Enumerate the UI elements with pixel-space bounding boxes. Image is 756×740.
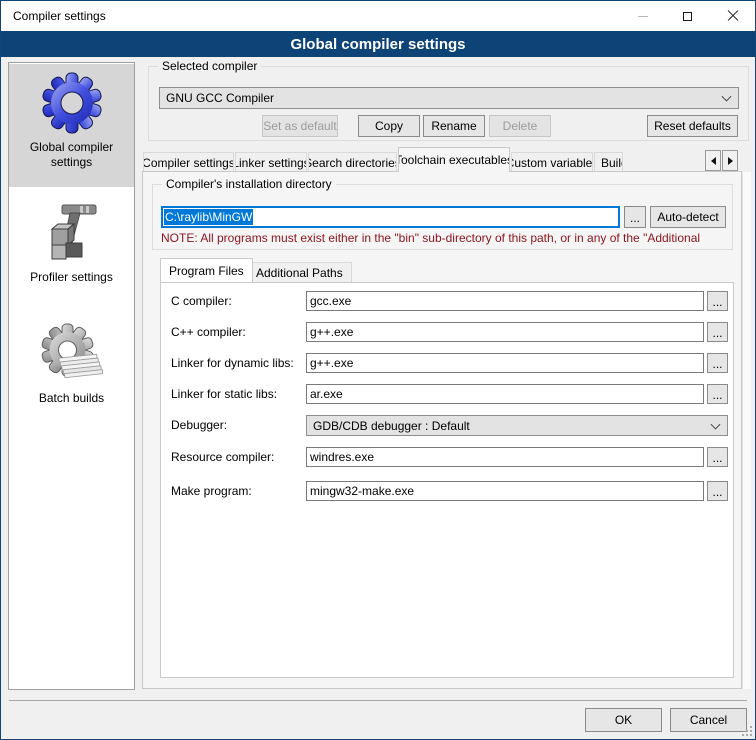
make-program-input[interactable] bbox=[306, 481, 704, 501]
arrow-right-icon bbox=[728, 157, 733, 165]
cpp-compiler-label: C++ compiler: bbox=[171, 322, 246, 342]
toolchain-executables-page: Compiler's installation directory C:\ray… bbox=[142, 171, 742, 689]
browse-directory-button[interactable]: ... bbox=[624, 206, 646, 228]
sidebar-item-label: Global compiler settings bbox=[9, 138, 134, 176]
copy-button[interactable]: Copy bbox=[358, 115, 420, 137]
banner: Global compiler settings bbox=[1, 31, 755, 57]
note-text: NOTE: All programs must exist either in … bbox=[161, 231, 746, 245]
debugger-select-value: GDB/CDB debugger : Default bbox=[313, 419, 470, 433]
tab-custom-variables[interactable]: Custom variables bbox=[511, 152, 593, 172]
footer-separator bbox=[9, 700, 747, 701]
titlebar: Compiler settings bbox=[1, 1, 755, 31]
minimize-button[interactable] bbox=[620, 1, 665, 31]
program-files-page: C compiler: ... C++ compiler: ... Linker… bbox=[160, 282, 734, 678]
sidebar-item-global-compiler-settings[interactable]: Global compiler settings bbox=[9, 64, 134, 187]
tab-scroll-right-button[interactable] bbox=[722, 150, 738, 171]
delete-button[interactable]: Delete bbox=[489, 115, 551, 137]
installation-directory-input[interactable]: C:\raylib\MinGW bbox=[161, 206, 620, 228]
linker-dynamic-label: Linker for dynamic libs: bbox=[171, 353, 294, 373]
linker-dynamic-input[interactable] bbox=[306, 353, 704, 373]
maximize-button[interactable] bbox=[665, 1, 710, 31]
sidebar-item-batch-builds[interactable]: Batch builds bbox=[9, 316, 134, 421]
linker-static-label: Linker for static libs: bbox=[171, 384, 277, 404]
group-legend: Compiler's installation directory bbox=[162, 177, 336, 192]
minimize-icon bbox=[638, 16, 648, 17]
scrollbar-gutter bbox=[742, 172, 751, 689]
settings-category-list: Global compiler settings bbox=[8, 62, 135, 690]
sidebar-item-profiler-settings[interactable]: Profiler settings bbox=[9, 198, 134, 300]
compiler-settings-dialog: Compiler settings Global compiler settin… bbox=[0, 0, 756, 740]
c-compiler-input[interactable] bbox=[306, 291, 704, 311]
resource-compiler-label: Resource compiler: bbox=[171, 447, 274, 467]
rename-button[interactable]: Rename bbox=[423, 115, 485, 137]
chevron-down-icon bbox=[722, 92, 732, 102]
ok-button[interactable]: OK bbox=[585, 708, 662, 732]
page-title: Global compiler settings bbox=[290, 36, 465, 53]
sidebar-item-label: Profiler settings bbox=[9, 268, 134, 291]
c-compiler-browse-button[interactable]: ... bbox=[707, 291, 728, 311]
debugger-select[interactable]: GDB/CDB debugger : Default bbox=[306, 415, 728, 436]
cpp-compiler-input[interactable] bbox=[306, 322, 704, 342]
make-program-label: Make program: bbox=[171, 481, 252, 501]
gray-gear-papers-icon bbox=[9, 322, 134, 389]
make-program-browse-button[interactable]: ... bbox=[707, 481, 728, 501]
selected-compiler-group: Selected compiler GNU GCC Compiler Set a… bbox=[148, 66, 749, 141]
maximize-icon bbox=[683, 12, 692, 21]
linker-static-browse-button[interactable]: ... bbox=[707, 384, 728, 404]
window-title: Compiler settings bbox=[13, 9, 106, 23]
blue-gear-icon bbox=[9, 71, 134, 138]
cancel-button[interactable]: Cancel bbox=[670, 708, 747, 732]
cpp-compiler-browse-button[interactable]: ... bbox=[707, 322, 728, 342]
arrow-left-icon bbox=[711, 157, 716, 165]
tab-compiler-settings[interactable]: Compiler settings bbox=[143, 152, 234, 172]
subtab-program-files[interactable]: Program Files bbox=[160, 258, 253, 282]
compiler-select-value: GNU GCC Compiler bbox=[166, 91, 274, 105]
sidebar-item-label: Batch builds bbox=[9, 389, 134, 412]
close-button[interactable] bbox=[710, 1, 755, 31]
selected-path-text: C:\raylib\MinGW bbox=[164, 209, 253, 225]
linker-static-input[interactable] bbox=[306, 384, 704, 404]
compiler-select[interactable]: GNU GCC Compiler bbox=[159, 87, 739, 109]
tab-build-options[interactable]: Build options bbox=[594, 152, 623, 172]
profiler-caliper-icon bbox=[9, 201, 134, 268]
auto-detect-button[interactable]: Auto-detect bbox=[650, 206, 726, 228]
reset-defaults-button[interactable]: Reset defaults bbox=[647, 115, 738, 137]
resource-compiler-input[interactable] bbox=[306, 447, 704, 467]
installation-directory-group: Compiler's installation directory C:\ray… bbox=[152, 184, 733, 250]
tab-search-directories[interactable]: Search directories bbox=[308, 152, 397, 172]
c-compiler-label: C compiler: bbox=[171, 291, 232, 311]
chevron-down-icon bbox=[711, 419, 721, 429]
tab-scroll-left-button[interactable] bbox=[705, 150, 721, 171]
tab-toolchain-executables[interactable]: Toolchain executables bbox=[398, 147, 510, 172]
group-legend: Selected compiler bbox=[158, 59, 261, 74]
resize-grip-icon[interactable] bbox=[742, 726, 752, 736]
tab-linker-settings[interactable]: Linker settings bbox=[235, 152, 307, 172]
subtab-additional-paths[interactable]: Additional Paths bbox=[247, 262, 352, 282]
close-icon bbox=[727, 10, 739, 22]
set-as-default-button[interactable]: Set as default bbox=[262, 115, 338, 137]
resource-compiler-browse-button[interactable]: ... bbox=[707, 447, 728, 467]
linker-dynamic-browse-button[interactable]: ... bbox=[707, 353, 728, 373]
debugger-label: Debugger: bbox=[171, 415, 227, 435]
